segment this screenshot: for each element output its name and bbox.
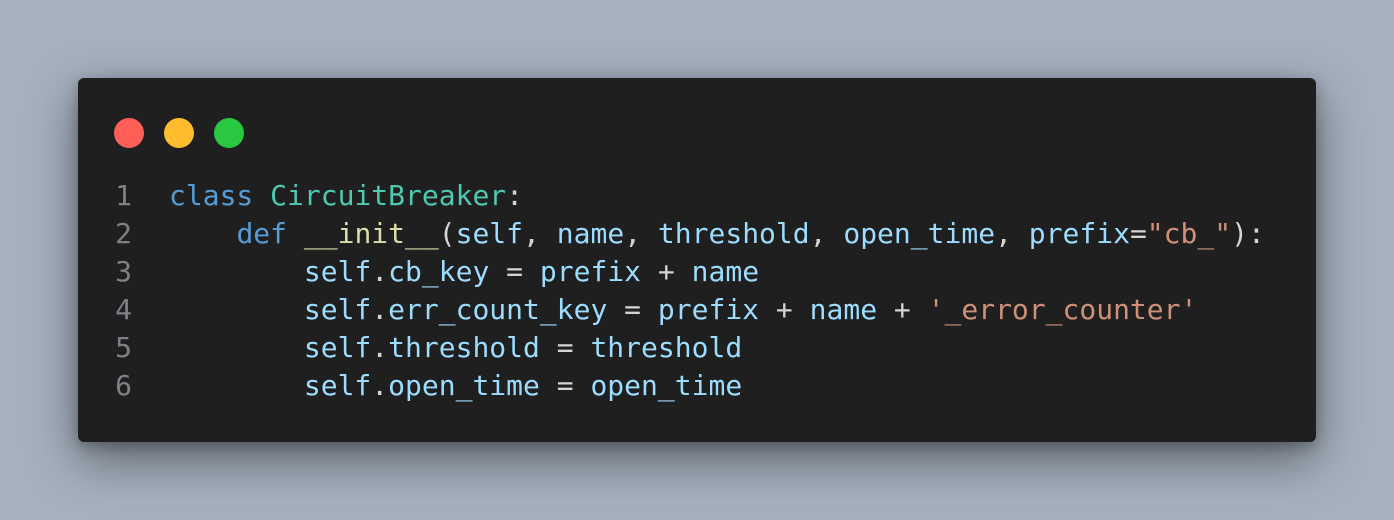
code-token-class-name: CircuitBreaker [270, 179, 507, 212]
code-token-string: '_error_counter' [927, 293, 1198, 326]
code-token-variable: threshold [590, 331, 743, 364]
code-token-variable: prefix [657, 293, 760, 326]
line-number: 6 [115, 369, 132, 402]
code-line: 1 class CircuitBreaker: [78, 177, 1316, 215]
code-block: 1 class CircuitBreaker: 2 def __init__(sel… [78, 177, 1316, 405]
code-token-punctuation: = [607, 293, 658, 326]
code-token-punctuation [169, 331, 304, 364]
code-token-variable: cb_key [388, 255, 490, 288]
code-token-variable: threshold [657, 217, 810, 250]
code-token-variable: self [303, 331, 372, 364]
code-token-punctuation: = [1129, 217, 1147, 250]
code-token-punctuation: + [641, 255, 692, 288]
code-token-variable: self [455, 217, 524, 250]
code-token-keyword: def [236, 217, 288, 250]
code-token-punctuation: = [539, 331, 591, 364]
code-token-punctuation: . [371, 369, 389, 402]
code-line: 6 self.open_time = open_time [78, 367, 1316, 405]
line-number: 4 [115, 293, 132, 326]
code-token-punctuation: + [759, 293, 810, 326]
code-token-function-name: __init__ [303, 217, 439, 250]
code-token-string: "cb_" [1146, 217, 1232, 250]
code-token-punctuation: . [371, 331, 389, 364]
code-token-punctuation: + [877, 293, 928, 326]
code-token-punctuation [169, 217, 236, 250]
code-token-punctuation: . [371, 255, 389, 288]
code-token-variable: threshold [388, 331, 540, 364]
code-token-variable: name [809, 293, 878, 326]
code-token-punctuation: = [539, 369, 591, 402]
code-token-punctuation: , [523, 217, 557, 250]
code-text: self.open_time = open_time [169, 367, 742, 405]
code-text: def __init__(self, name, threshold, open… [169, 215, 1265, 253]
code-token-punctuation [169, 255, 304, 288]
code-token-variable: prefix [1028, 217, 1130, 250]
code-token-variable: self [303, 369, 372, 402]
code-line: 5 self.threshold = threshold [78, 329, 1316, 367]
code-text: self.err_count_key = prefix + name + '_e… [169, 291, 1198, 329]
code-line: 2 def __init__(self, name, threshold, op… [78, 215, 1316, 253]
code-text: self.cb_key = prefix + name [169, 253, 759, 291]
code-token-punctuation: . [371, 293, 389, 326]
code-window: 1 class CircuitBreaker: 2 def __init__(sel… [78, 78, 1316, 442]
code-token-variable: open_time [590, 369, 743, 402]
code-token-keyword: class [169, 179, 254, 212]
code-token-variable: prefix [539, 255, 642, 288]
minimize-dot-icon[interactable] [164, 118, 194, 148]
code-token-punctuation: , [995, 217, 1029, 250]
code-token-punctuation: = [489, 255, 540, 288]
code-token-punctuation: ): [1231, 217, 1265, 250]
code-token-punctuation: ( [438, 217, 456, 250]
code-token-variable: err_count_key [388, 293, 608, 326]
code-token-punctuation: : [506, 179, 524, 212]
line-number: 1 [115, 179, 132, 212]
close-dot-icon[interactable] [114, 118, 144, 148]
code-token-variable: name [691, 255, 760, 288]
line-number: 3 [115, 255, 132, 288]
code-token-variable: open_time [843, 217, 996, 250]
code-line: 3 self.cb_key = prefix + name [78, 253, 1316, 291]
code-token-variable: name [556, 217, 625, 250]
code-token-variable: self [303, 255, 372, 288]
line-number: 2 [115, 217, 132, 250]
code-text: class CircuitBreaker: [169, 177, 523, 215]
code-token-punctuation: , [809, 217, 844, 250]
code-token-variable: self [303, 293, 372, 326]
code-token-punctuation [253, 179, 270, 212]
line-number: 5 [115, 331, 132, 364]
code-token-punctuation [169, 293, 304, 326]
code-token-punctuation [169, 369, 304, 402]
code-line: 4 self.err_count_key = prefix + name + '… [78, 291, 1316, 329]
code-token-variable: open_time [388, 369, 540, 402]
code-token-punctuation: , [624, 217, 658, 250]
code-text: self.threshold = threshold [169, 329, 742, 367]
code-token-punctuation [287, 217, 304, 250]
maximize-dot-icon[interactable] [214, 118, 244, 148]
